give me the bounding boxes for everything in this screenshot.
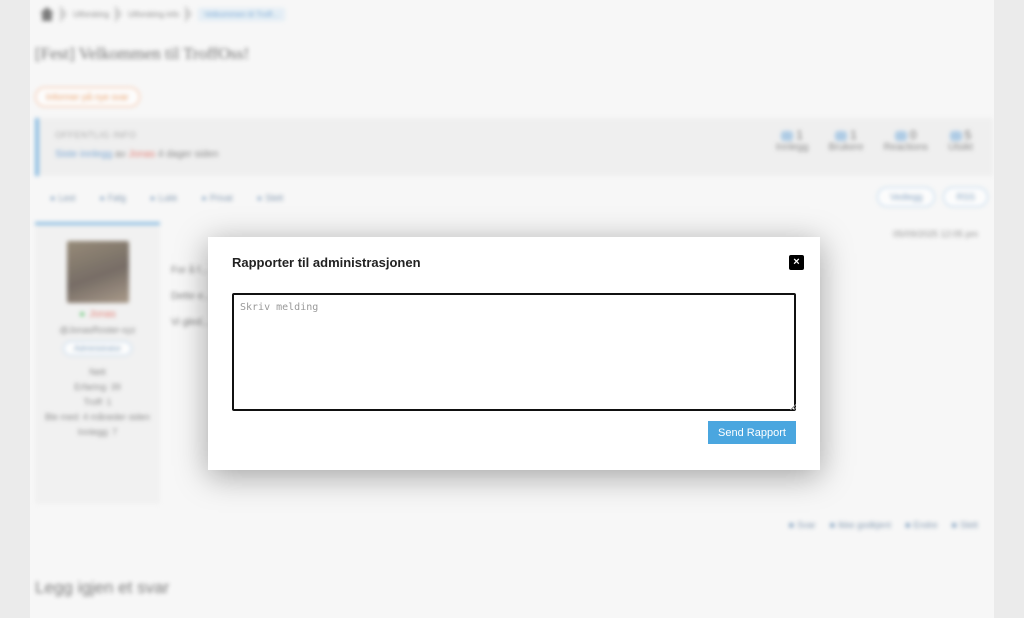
close-icon[interactable]: ×: [789, 255, 804, 270]
report-modal: Rapporter til administrasjonen × Send Ra…: [208, 237, 820, 470]
report-message-input[interactable]: [232, 293, 796, 411]
send-report-button[interactable]: Send Rapport: [708, 421, 796, 444]
modal-title: Rapporter til administrasjonen: [232, 255, 421, 270]
